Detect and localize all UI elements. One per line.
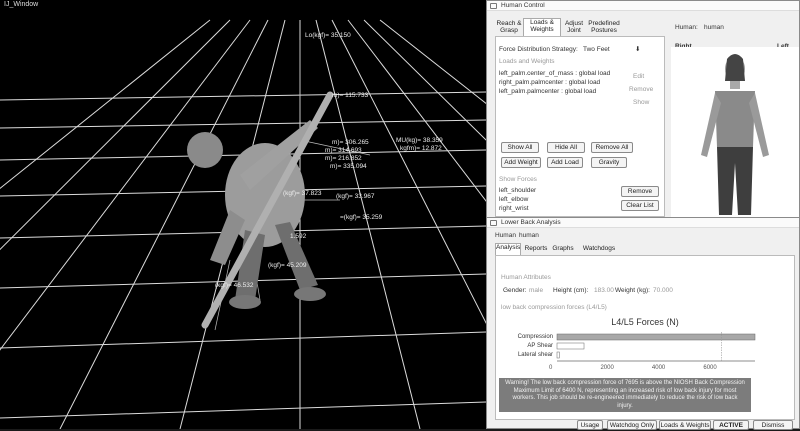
remove-all-button[interactable]: Remove All: [591, 142, 633, 153]
force-item[interactable]: left_shoulder: [499, 187, 536, 194]
measurement-label: m)= 216.852: [325, 155, 362, 162]
gravity-button[interactable]: Gravity: [591, 157, 627, 168]
human-model-preview: [671, 47, 799, 219]
bar-lateral-shear: [556, 351, 560, 359]
human-control-titlebar: Human Control: [487, 1, 799, 11]
download-icon[interactable]: ⬇: [635, 45, 640, 53]
human-label: Human:: [675, 24, 698, 31]
attributes-header: Human Attributes: [501, 274, 551, 281]
measurement-label: m)= 115.733: [332, 92, 369, 99]
x-tick-label: 4000: [651, 365, 666, 371]
gender-label: Gender:: [503, 287, 527, 294]
gender-value: male: [529, 287, 544, 294]
human-control-window: Human Control Reach & Grasp Loads & Weig…: [486, 0, 800, 219]
tab-analysis[interactable]: Analysis: [495, 243, 521, 255]
measurement-label: MU(kg)= 38.359: [396, 137, 443, 144]
tab-loads-weights[interactable]: Loads & Weights: [523, 18, 561, 36]
warning-banner: Warning! The low back compression force …: [499, 378, 751, 412]
forces-header: low back compression forces (L4/L5): [501, 304, 607, 311]
tab-adjust-joint[interactable]: Adjust Joint: [563, 20, 585, 34]
bar-compression: [556, 333, 756, 341]
viewport-scene: [0, 19, 486, 429]
height-value: 183.00: [594, 287, 614, 294]
measurement-label: (kgf)= 33.967: [336, 193, 375, 200]
window-title: Human Control: [501, 2, 545, 9]
measurement-label: m)= 306.265: [332, 139, 369, 146]
height-label: Height (cm):: [553, 287, 589, 294]
loads-header: Loads and Weights: [499, 58, 555, 65]
add-load-button[interactable]: Add Load: [547, 157, 583, 168]
measurement-label: kgfm)= 12.872: [400, 145, 442, 152]
clear-list-button[interactable]: Clear List: [621, 200, 659, 211]
remove-load-button[interactable]: Remove: [629, 86, 653, 93]
viewport-title: IJ_Window: [4, 1, 39, 8]
add-weight-button[interactable]: Add Weight: [501, 157, 541, 168]
strategy-label: Force Distribution Strategy:: [499, 46, 578, 53]
force-item[interactable]: right_wrist: [499, 205, 529, 212]
edit-button[interactable]: Edit: [633, 73, 644, 80]
measurement-label: (kgf)= 46.532: [215, 282, 254, 289]
human-value[interactable]: human: [704, 24, 724, 31]
lower-back-analysis-window: Lower Back Analysis Human human Analysis…: [486, 217, 800, 430]
chart-canvas: [556, 332, 756, 362]
measurement-label: (kgf)= 37.823: [283, 190, 322, 197]
lba-titlebar: Lower Back Analysis: [487, 218, 799, 228]
measurement-label: m)= 335.094: [330, 163, 367, 170]
load-item[interactable]: left_palm.palmcenter : global load: [499, 88, 596, 95]
measurement-label: =(kgf)= 35.259: [340, 214, 383, 221]
x-tick-label: 2000: [600, 365, 614, 371]
tab-predefined-postures[interactable]: Predefined Postures: [586, 20, 622, 34]
tab-reports[interactable]: Reports: [524, 245, 548, 252]
window-title: Lower Back Analysis: [501, 219, 561, 226]
forces-chart: L4/L5 Forces (N) Compression AP Shear La…: [497, 313, 793, 373]
hide-all-button[interactable]: Hide All: [547, 142, 585, 153]
measurement-label: 1.592: [290, 233, 307, 240]
weight-label: Weight (kg):: [615, 287, 650, 294]
tab-graphs[interactable]: Graphs: [551, 245, 575, 252]
window-icon: [490, 220, 497, 226]
load-item[interactable]: left_palm.center_of_mass : global load: [499, 70, 610, 77]
x-tick-label: 0: [549, 365, 553, 371]
show-button[interactable]: Show: [633, 99, 649, 106]
remove-force-button[interactable]: Remove: [621, 186, 659, 197]
window-icon: [490, 3, 497, 9]
show-forces-header: Show Forces: [499, 176, 537, 183]
strategy-select[interactable]: Two Feet: [583, 46, 610, 53]
show-all-button[interactable]: Show All: [501, 142, 539, 153]
measurement-label: (kgf)= 45.209: [268, 262, 307, 269]
tab-watchdogs[interactable]: Watchdogs: [579, 245, 619, 252]
measurement-label: m)= 314.693: [325, 147, 362, 154]
measurement-label: Lo(kgf)= 35.150: [305, 32, 351, 39]
3d-viewport[interactable]: IJ_Window Lo(kgf)= 35.150 m)= 115.733 m)…: [0, 0, 486, 429]
lba-human-value[interactable]: human: [519, 232, 539, 239]
lba-human-label: Human: [495, 232, 516, 239]
tab-reach-grasp[interactable]: Reach & Grasp: [495, 20, 523, 34]
x-tick-label: 6000: [703, 365, 717, 371]
human-figure: [187, 120, 326, 309]
load-item[interactable]: right_palm.palmcenter : global load: [499, 79, 600, 86]
force-item[interactable]: left_elbow: [499, 196, 528, 203]
weight-value: 70.000: [653, 287, 673, 294]
bar-ap-shear: [556, 342, 585, 350]
